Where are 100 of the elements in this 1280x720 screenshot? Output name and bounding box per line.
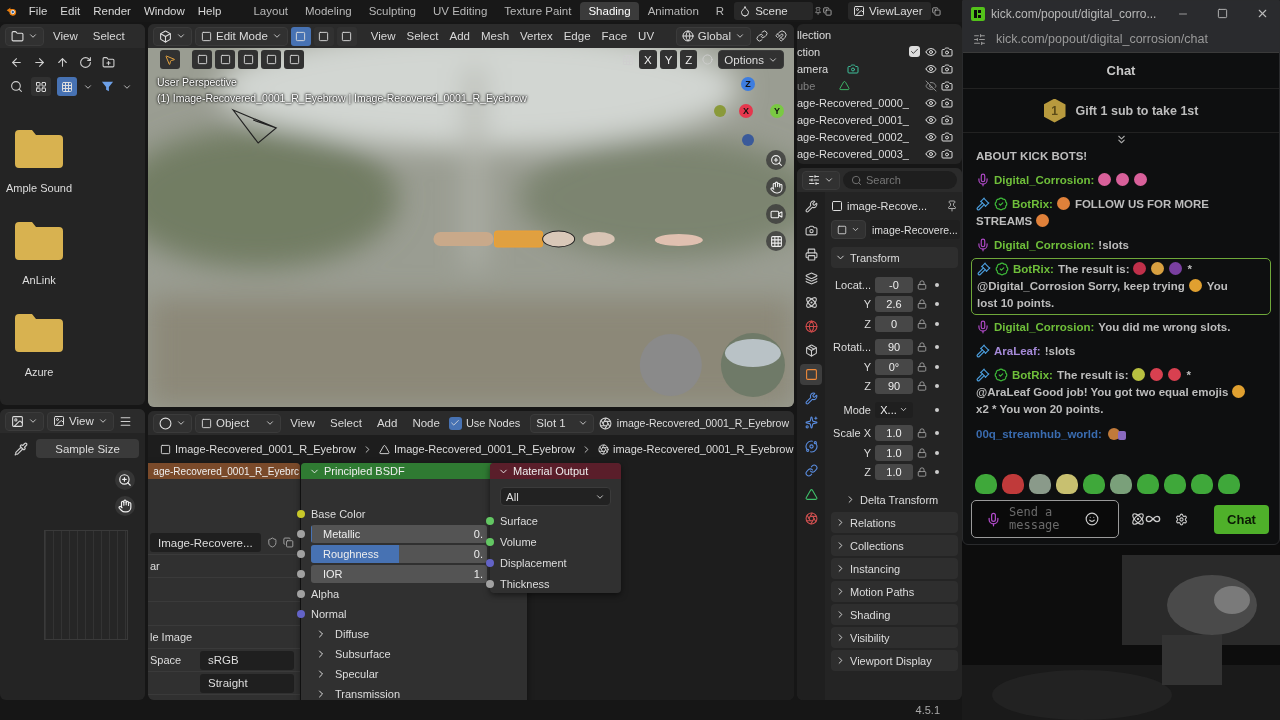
number-field[interactable]: 1.0 (875, 444, 913, 461)
workspace-tab[interactable]: Modeling (297, 2, 360, 20)
menu-item[interactable]: Vertex (516, 28, 557, 44)
panel-header[interactable]: Visibility (831, 627, 958, 648)
viewport-info-text: (1) Image-Recovered_0001_R_Eyebrow | Image-Recovered_0001_R_Eyebrow (157, 92, 527, 104)
workspace-tab[interactable]: R (707, 2, 733, 20)
field-value: 1. (473, 568, 483, 580)
view-layer-field[interactable]: ViewLayer (848, 2, 932, 20)
panel-header[interactable]: Shading (831, 604, 958, 625)
object-name-field[interactable]: image-Recovere... (870, 220, 960, 239)
socket-label: Thickness (500, 577, 550, 590)
menu-item[interactable]: Mesh (476, 28, 514, 44)
menu-item[interactable]: View (284, 415, 321, 431)
message-text: The result is: (1057, 262, 1130, 277)
node-label: ar (150, 560, 160, 572)
object-name: image-Recove... (847, 200, 929, 212)
node-label: Space (150, 654, 183, 666)
url-text: kick.com/popout/digital_corrosion/chat (996, 32, 1208, 46)
chat-username[interactable]: Digital_Corrosion: (994, 319, 1095, 336)
breadcrumb-text: Image-Recovered_0001_R_Eyebrow (394, 443, 575, 455)
mode-dropdown[interactable]: X... (875, 401, 913, 418)
target-dropdown[interactable]: All (500, 487, 611, 506)
menu-item[interactable]: Select (323, 415, 368, 431)
view-dropdown[interactable]: View (47, 411, 114, 431)
chat-send-button[interactable]: Chat (1214, 504, 1269, 534)
number-field[interactable]: 0 (875, 315, 913, 332)
menu-item[interactable]: Edit (54, 3, 87, 19)
number-field[interactable]: 1.0 (875, 464, 913, 481)
orientation-dropdown[interactable]: Global (675, 26, 751, 46)
outliner-item[interactable]: amera (797, 62, 905, 75)
panel-label: Subsurface (335, 648, 391, 660)
message-text: You did me wrong slots. (1098, 320, 1231, 335)
outliner-item[interactable]: ction (797, 45, 905, 58)
message-text: STREAMS (976, 214, 1033, 229)
alpha-field[interactable]: Straight (200, 673, 294, 693)
chat-username[interactable]: Digital_Corrosion: (994, 172, 1095, 189)
number-field[interactable]: 2.6 (875, 296, 913, 313)
panel-label: Diffuse (335, 628, 370, 640)
folder-item[interactable]: Ample Sound (0, 130, 78, 194)
menu-item[interactable]: Node (406, 415, 446, 431)
number-field[interactable]: 0° (875, 358, 913, 375)
number-field[interactable]: -0 (875, 276, 913, 293)
image-field[interactable]: Image-Recovere... (150, 533, 261, 552)
menu-item[interactable]: File (22, 3, 54, 19)
menu-item[interactable]: Select (402, 28, 443, 44)
panel-header[interactable]: Viewport Display (831, 650, 958, 671)
number-field[interactable]: 90 (875, 339, 913, 356)
panel-header[interactable]: Transform (831, 247, 958, 268)
workspace-tab[interactable]: Layout (245, 2, 296, 20)
menu-item[interactable]: Add (445, 28, 474, 44)
menu-item[interactable]: Add (370, 415, 404, 431)
message-field[interactable]: Send a message (1009, 503, 1077, 535)
outliner-item[interactable]: ube (797, 79, 905, 92)
panel-header[interactable]: Motion Paths (831, 581, 958, 602)
value-slider[interactable]: Roughness 0. (311, 545, 487, 563)
message-input[interactable]: Send a message (971, 500, 1119, 538)
menu-item[interactable]: Edge (559, 28, 595, 44)
panel-header[interactable]: Instancing (831, 558, 958, 579)
color-space-field[interactable]: sRGB (200, 650, 294, 670)
workspace-tab[interactable]: Animation (639, 2, 707, 20)
workspace-tab[interactable]: Shading (580, 2, 639, 20)
number-field[interactable]: 1.0 (875, 425, 913, 442)
folder-item[interactable]: Azure (0, 314, 78, 378)
axis-toggle[interactable]: Z (680, 50, 698, 69)
chat-username[interactable]: 00q_streamhub_world: (976, 426, 1102, 443)
menu-item[interactable]: UV (634, 28, 659, 44)
menu-item[interactable]: Help (191, 3, 228, 19)
menu-item[interactable]: Window (137, 3, 191, 19)
menu-item[interactable]: Select (86, 28, 131, 44)
field-label: Scale X (832, 427, 871, 440)
menu-item[interactable]: View (366, 28, 400, 44)
number-field[interactable]: IOR 1. (311, 565, 487, 583)
workspace-tab[interactable]: Sculpting (360, 2, 424, 20)
chat-username[interactable]: AraLeaf: (994, 343, 1041, 360)
panel-header[interactable]: Relations (831, 512, 958, 533)
workspace-tab[interactable]: UV Editing (425, 2, 496, 20)
panel-label: Transmission (335, 688, 400, 700)
shader-type-dropdown[interactable]: Object (195, 413, 282, 433)
scene-field[interactable]: Scene (734, 2, 814, 20)
chat-username[interactable]: BotRix: (1012, 367, 1053, 384)
chat-username[interactable]: Digital_Corrosion: (994, 237, 1095, 254)
folder-item[interactable]: AnLink (0, 222, 78, 286)
number-field[interactable]: 90 (875, 378, 913, 395)
socket-label: Volume (500, 535, 537, 548)
menu-item[interactable]: View (47, 28, 84, 44)
workspace-tab[interactable]: Texture Paint (496, 2, 580, 20)
mode-dropdown[interactable]: Edit Mode (195, 26, 288, 46)
chat-username[interactable]: BotRix: (1013, 261, 1054, 278)
search-field[interactable]: Search (843, 171, 957, 189)
panel-header[interactable]: Delta Transform (831, 489, 958, 510)
menu-item[interactable]: Face (597, 28, 632, 44)
version-text: 4.5.1 (915, 704, 940, 716)
panel-header[interactable]: Collections (831, 535, 958, 556)
chat-username[interactable]: BotRix: (1012, 196, 1053, 213)
field-label: Z (863, 317, 871, 330)
sample-size-field[interactable]: Sample Size (36, 439, 139, 458)
value-slider[interactable]: Metallic 0. (311, 525, 487, 543)
options-dropdown[interactable]: Options (718, 50, 784, 69)
slot-dropdown[interactable]: Slot 1 (530, 413, 594, 433)
menu-item[interactable]: Render (87, 3, 137, 19)
